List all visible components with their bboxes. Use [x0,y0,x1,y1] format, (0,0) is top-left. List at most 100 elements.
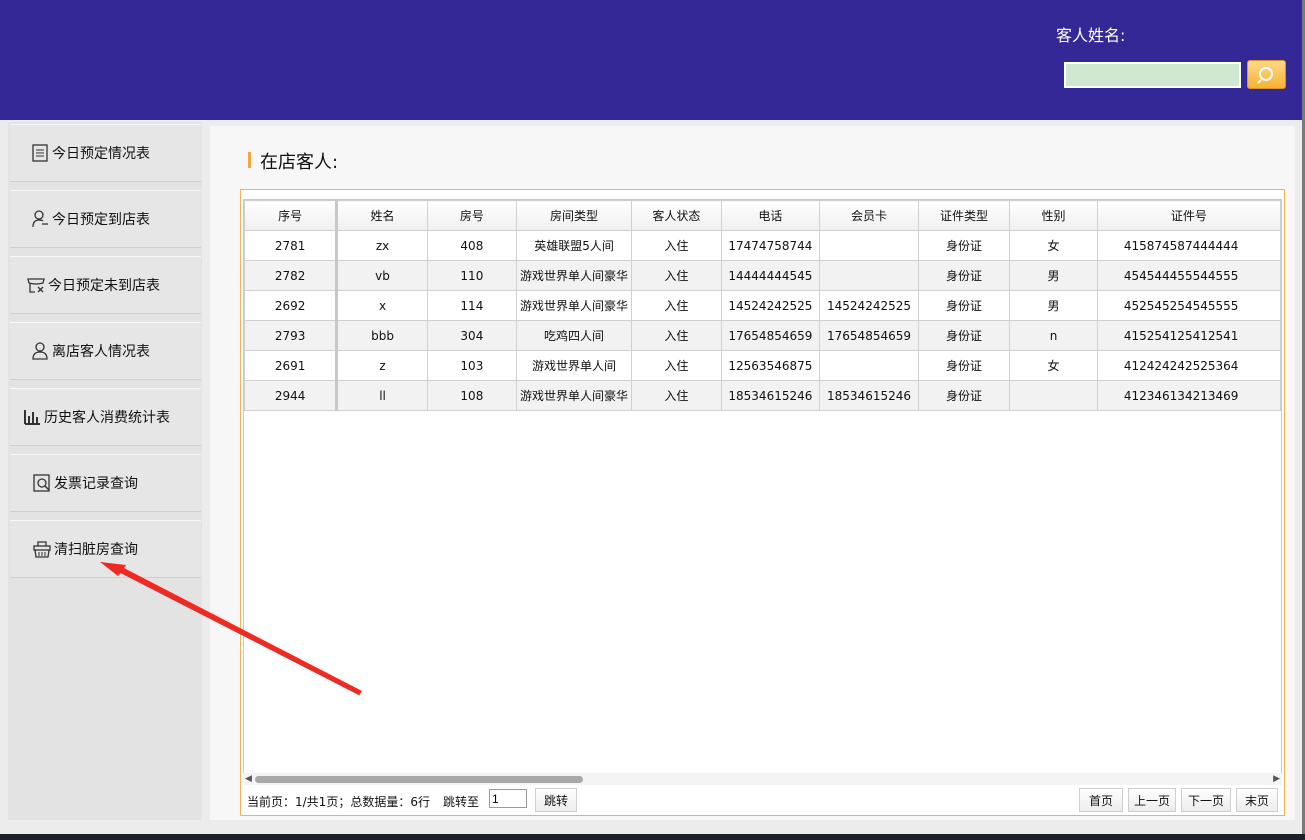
sidebar-item-label: 今日预定未到店表 [48,278,160,294]
table-cell: vb [336,260,428,291]
table-cell: 2691 [244,350,339,381]
table-cell: 女 [1009,350,1098,381]
column-header[interactable]: 客人状态 [631,200,722,231]
cleaning-basket-icon [32,539,52,559]
table-cell: 入住 [631,380,722,411]
table-row[interactable]: 2793 bbb 304 吃鸡四人间 入住 17654854659 17654854659 身… [244,320,1281,351]
table-cell: 身份证 [917,290,1011,321]
table-row[interactable]: 2691 z 103 游戏世界单人间 入住 12563546875 身份证女 41242424… [244,350,1281,381]
user-check-icon [30,209,50,229]
column-header[interactable]: 姓名 [336,200,428,231]
column-header[interactable]: 电话 [720,200,821,231]
table-cell: 入住 [631,230,722,261]
column-header[interactable]: 序号 [244,200,339,231]
table-cell: zx [336,230,428,261]
table-row[interactable]: 2944 ll 108 游戏世界单人间豪华 入住 18534615246 185346152… [244,380,1281,411]
table-cell: 14444444545 [720,260,821,291]
table-cell: 415254125412541 [1096,320,1281,351]
table-cell: n [1009,320,1098,351]
table-row[interactable]: 2692 x 114 游戏世界单人间豪华 入住 14524242525 1452424252… [244,290,1281,321]
sidebar-item-label: 今日预定到店表 [52,212,150,228]
column-header[interactable]: 会员卡 [819,200,919,231]
search-icon [1256,66,1273,84]
jump-label: 跳转至 [443,795,480,809]
scrollbar-thumb[interactable] [255,776,583,783]
jump-button[interactable]: 跳转 [535,788,577,812]
table-cell: 454544455544555 [1096,260,1281,291]
table-cell: 452545254545555 [1096,290,1281,321]
sidebar-item-dirty-room-cleaning[interactable]: 清扫脏房查询 [10,520,201,578]
search-button[interactable] [1247,60,1286,89]
first-page-button[interactable]: 首页 [1079,788,1123,812]
column-header[interactable]: 性别 [1009,200,1098,231]
sidebar-item-label: 清扫脏房查询 [54,542,138,558]
table-cell: 游戏世界单人间 [516,350,633,381]
table-cell: bbb [336,320,428,351]
user-icon [30,341,50,361]
guest-name-label: 客人姓名: [1056,26,1126,45]
table-cell: 2793 [244,320,339,351]
table-cell: 103 [426,350,518,381]
sidebar-item-history-consumption[interactable]: 历史客人消费统计表 [10,388,201,446]
guest-table: 序号 姓名 房号 房间类型 客人状态 电话 会员卡 证件类型 性别 证件号 2781 zx 408 英雄… [244,200,1281,411]
table-cell: 男 [1009,290,1098,321]
table-cell: 男 [1009,260,1098,291]
column-header[interactable]: 房间类型 [516,200,633,231]
sidebar-item-today-reservations[interactable]: 今日预定情况表 [10,124,201,182]
table-cell: 身份证 [917,230,1011,261]
table-cell: 游戏世界单人间豪华 [516,290,633,321]
sidebar-item-today-not-arrived[interactable]: 今日预定未到店表 [10,256,201,314]
prev-page-button[interactable]: 上一页 [1128,788,1176,812]
table-cell: 408 [426,230,518,261]
sidebar: 今日预定情况表 今日预定到店表 今日预定未到店表 离店客人情况表 历史客人消费统… [8,122,202,820]
table-cell: 412424242525364 [1096,350,1281,381]
table-header-row: 序号 姓名 房号 房间类型 客人状态 电话 会员卡 证件类型 性别 证件号 [244,200,1281,231]
column-header[interactable]: 证件号 [1096,200,1281,231]
guest-name-input[interactable] [1064,62,1241,88]
table-cell: ll [336,380,428,411]
table-cell: 108 [426,380,518,411]
table-cell: 女 [1009,230,1098,261]
table-cell: 身份证 [917,380,1011,411]
sidebar-item-today-arrived[interactable]: 今日预定到店表 [10,190,201,248]
sidebar-item-label: 今日预定情况表 [52,146,150,162]
app-window: 客人姓名: 今日预定情况表 今日预定到店表 今日预定未到店表 离店客人情况表 历… [0,0,1305,840]
sidebar-item-departed-guests[interactable]: 离店客人情况表 [10,322,201,380]
scroll-left-icon[interactable]: ◀ [245,774,252,784]
table-cell [1009,380,1098,411]
table-row[interactable]: 2782 vb 110 游戏世界单人间豪华 入住 14444444545 身份证男 45454… [244,260,1281,291]
table-cell: 18534615246 [720,380,821,411]
taskbar-strip [0,834,1305,840]
guest-table-viewport: 序号 姓名 房号 房间类型 客人状态 电话 会员卡 证件类型 性别 证件号 2781 zx 408 英雄… [243,199,1282,774]
table-cell: 415874587444444 [1096,230,1281,261]
sidebar-item-label: 发票记录查询 [54,476,138,492]
table-cell: 入住 [631,350,722,381]
table-cell: 14524242525 [819,290,919,321]
table-cell: 身份证 [917,350,1011,381]
jump-page-input[interactable] [489,789,527,808]
table-cell [819,260,919,291]
table-cell: 412346134213469 [1096,380,1281,411]
column-header[interactable]: 证件类型 [917,200,1011,231]
table-cell: 吃鸡四人间 [516,320,633,351]
pagination-info: 当前页：1/共1页；总数据量：6行 [247,795,430,809]
table-cell: 游戏世界单人间豪华 [516,380,633,411]
table-cell: 身份证 [917,260,1011,291]
table-cell: 游戏世界单人间豪华 [516,260,633,291]
table-cell: 2781 [244,230,339,261]
sidebar-item-invoice-records[interactable]: 发票记录查询 [10,454,201,512]
table-cell: 2692 [244,290,339,321]
page-title: 在店客人: [248,148,338,174]
guest-grid-panel: 序号 姓名 房号 房间类型 客人状态 电话 会员卡 证件类型 性别 证件号 2781 zx 408 英雄… [240,189,1285,816]
sidebar-item-label: 离店客人情况表 [52,344,150,360]
table-cell: x [336,290,428,321]
next-page-button[interactable]: 下一页 [1181,788,1231,812]
scroll-right-icon[interactable]: ▶ [1273,774,1280,784]
horizontal-scrollbar[interactable]: ◀ ▶ [243,773,1282,785]
table-cell: 12563546875 [720,350,821,381]
store-cancel-icon [26,275,46,295]
table-cell: 入住 [631,320,722,351]
table-row[interactable]: 2781 zx 408 英雄联盟5人间 入住 17474758744 身份证女 4158745… [244,230,1281,261]
last-page-button[interactable]: 末页 [1236,788,1278,812]
column-header[interactable]: 房号 [426,200,518,231]
